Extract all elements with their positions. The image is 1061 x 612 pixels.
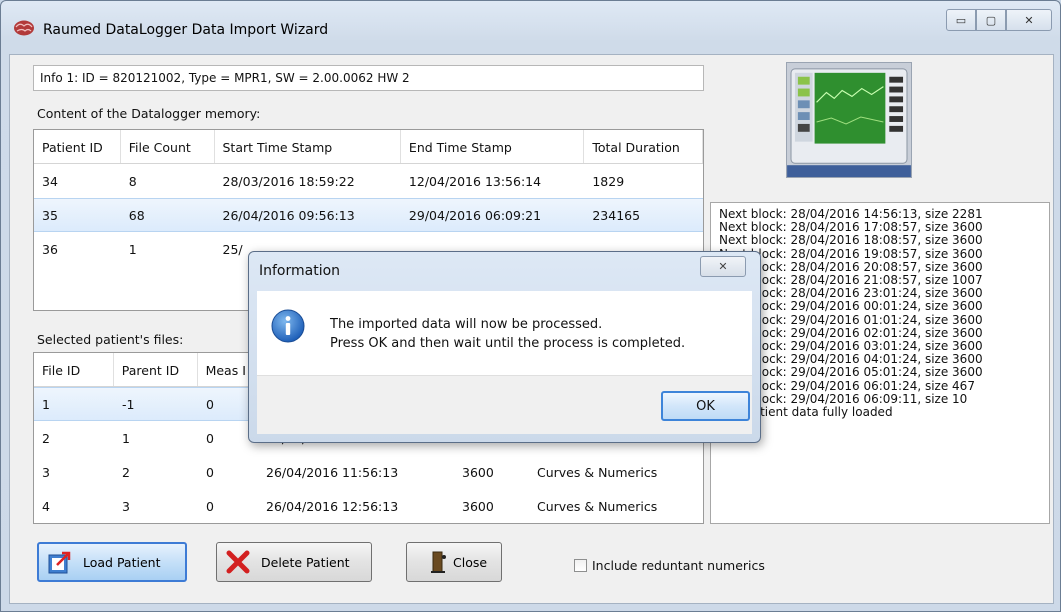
information-dialog: Information ✕ The imported data will now… bbox=[248, 251, 761, 443]
table-cell: 26/04/2016 11:56:13 bbox=[266, 464, 399, 480]
table-cell: 0 bbox=[206, 498, 214, 514]
column-header[interactable]: Start Time Stamp bbox=[215, 130, 401, 163]
checkbox-box[interactable] bbox=[574, 559, 587, 572]
log-line: Next block: 29/04/2016 06:01:24, size 46… bbox=[719, 378, 975, 393]
table-cell: 26/04/2016 12:56:13 bbox=[266, 498, 399, 514]
table-cell: 1829 bbox=[592, 173, 625, 189]
table-cell: 3600 bbox=[462, 498, 494, 514]
close-label: Close bbox=[453, 554, 488, 570]
table-cell: 2 bbox=[42, 430, 50, 446]
minimize-button[interactable]: ▭ bbox=[946, 9, 976, 31]
table-cell: 34 bbox=[42, 173, 58, 189]
table-cell: 36 bbox=[42, 241, 58, 257]
window-title: Raumed DataLogger Data Import Wizard bbox=[43, 22, 329, 38]
log-line: The patient data fully loaded bbox=[719, 405, 893, 420]
minimize-icon: ▭ bbox=[955, 13, 967, 27]
import-log[interactable]: Next block: 28/04/2016 14:56:13, size 22… bbox=[710, 202, 1050, 524]
table-cell: 3 bbox=[122, 498, 130, 514]
dialog-message: The imported data will now be processed.… bbox=[330, 315, 685, 353]
delete-patient-button[interactable]: Delete Patient bbox=[216, 542, 372, 582]
maximize-button[interactable]: ▢ bbox=[976, 9, 1006, 31]
log-line: Next block: 29/04/2016 01:01:24, size 36… bbox=[719, 312, 983, 327]
log-line: Next block: 28/04/2016 19:08:57, size 36… bbox=[719, 246, 983, 261]
table-cell: 3600 bbox=[462, 464, 494, 480]
table-cell: 1 bbox=[42, 396, 50, 412]
table-cell: 28/03/2016 18:59:22 bbox=[222, 173, 355, 189]
dialog-title: Information bbox=[259, 263, 341, 279]
table-cell: 12/04/2016 13:56:14 bbox=[408, 173, 542, 189]
ok-button[interactable]: OK bbox=[661, 391, 750, 421]
delete-patient-label: Delete Patient bbox=[261, 554, 350, 570]
table-cell: 35 bbox=[42, 207, 58, 223]
close-button[interactable]: Close bbox=[406, 542, 502, 582]
dialog-footer: OK bbox=[257, 375, 752, 434]
table-cell: 234165 bbox=[592, 207, 641, 223]
table-cell: 3 bbox=[42, 464, 50, 480]
load-patient-label: Load Patient bbox=[83, 554, 161, 570]
column-header[interactable]: Patient ID bbox=[34, 130, 121, 163]
load-patient-button[interactable]: Load Patient bbox=[37, 542, 187, 582]
table-row[interactable]: 4 3 0 26/04/2016 12:56:13 3600 Curves & … bbox=[34, 489, 703, 523]
column-header[interactable]: Total Duration bbox=[584, 130, 703, 163]
table-cell: Curves & Numerics bbox=[537, 498, 658, 514]
table-cell: 2 bbox=[122, 464, 130, 480]
dialog-message-line: The imported data will now be processed. bbox=[330, 317, 603, 332]
column-header[interactable]: Parent ID bbox=[114, 353, 198, 386]
table-row[interactable]: 35 68 26/04/2016 09:56:13 29/04/2016 06:… bbox=[34, 198, 703, 232]
import-wizard-window: Raumed DataLogger Data Import Wizard ▭ ▢… bbox=[0, 0, 1061, 612]
info-icon bbox=[271, 309, 305, 343]
table-cell: 1 bbox=[122, 430, 130, 446]
table-cell: 8 bbox=[128, 173, 137, 189]
column-header[interactable]: File ID bbox=[34, 353, 114, 386]
title-bar[interactable]: Raumed DataLogger Data Import Wizard ▭ ▢… bbox=[1, 1, 1060, 53]
table-cell: 4 bbox=[42, 498, 50, 514]
table-row[interactable]: 34 8 28/03/2016 18:59:22 12/04/2016 13:5… bbox=[34, 164, 703, 198]
dialog-message-line: Press OK and then wait until the process… bbox=[330, 336, 686, 351]
table-cell: 26/04/2016 09:56:13 bbox=[222, 207, 355, 223]
dialog-body: The imported data will now be processed.… bbox=[257, 291, 752, 375]
memory-list-header: Patient ID File Count Start Time Stamp E… bbox=[34, 130, 703, 164]
maximize-icon: ▢ bbox=[985, 13, 997, 27]
column-header[interactable]: File Count bbox=[121, 130, 215, 163]
dialog-close-button[interactable]: ✕ bbox=[700, 256, 746, 277]
column-header[interactable]: End Time Stamp bbox=[401, 130, 585, 163]
device-image bbox=[786, 62, 912, 178]
door-exit-icon bbox=[431, 551, 446, 573]
table-cell: 0 bbox=[206, 464, 214, 480]
table-cell: 1 bbox=[128, 241, 137, 257]
checkbox-label: Include reduntant numerics bbox=[592, 558, 765, 573]
table-row[interactable]: 3 2 0 26/04/2016 11:56:13 3600 Curves & … bbox=[34, 455, 703, 489]
load-icon bbox=[48, 551, 71, 574]
close-icon: ✕ bbox=[718, 260, 728, 273]
brain-icon bbox=[14, 20, 34, 36]
log-line: Next block: 29/04/2016 05:01:24, size 36… bbox=[719, 365, 983, 380]
device-info-field: Info 1: ID = 820121002, Type = MPR1, SW … bbox=[33, 65, 704, 91]
log-line: Next block: 28/04/2016 18:08:57, size 36… bbox=[719, 233, 983, 248]
table-cell: Curves & Numerics bbox=[537, 464, 658, 480]
memory-label: Content of the Datalogger memory: bbox=[37, 106, 261, 121]
window-controls: ▭ ▢ ✕ bbox=[946, 9, 1052, 31]
files-label: Selected patient's files: bbox=[37, 332, 184, 347]
close-window-button[interactable]: ✕ bbox=[1006, 9, 1052, 31]
delete-x-icon bbox=[226, 550, 250, 574]
include-redundant-checkbox[interactable]: Include reduntant numerics bbox=[574, 558, 765, 573]
table-cell: -1 bbox=[122, 396, 135, 412]
log-line: Next block: 29/04/2016 00:01:24, size 36… bbox=[719, 299, 983, 314]
table-cell: 68 bbox=[128, 207, 145, 223]
table-cell: 29/04/2016 06:09:21 bbox=[408, 207, 542, 223]
close-icon: ✕ bbox=[1024, 13, 1034, 27]
